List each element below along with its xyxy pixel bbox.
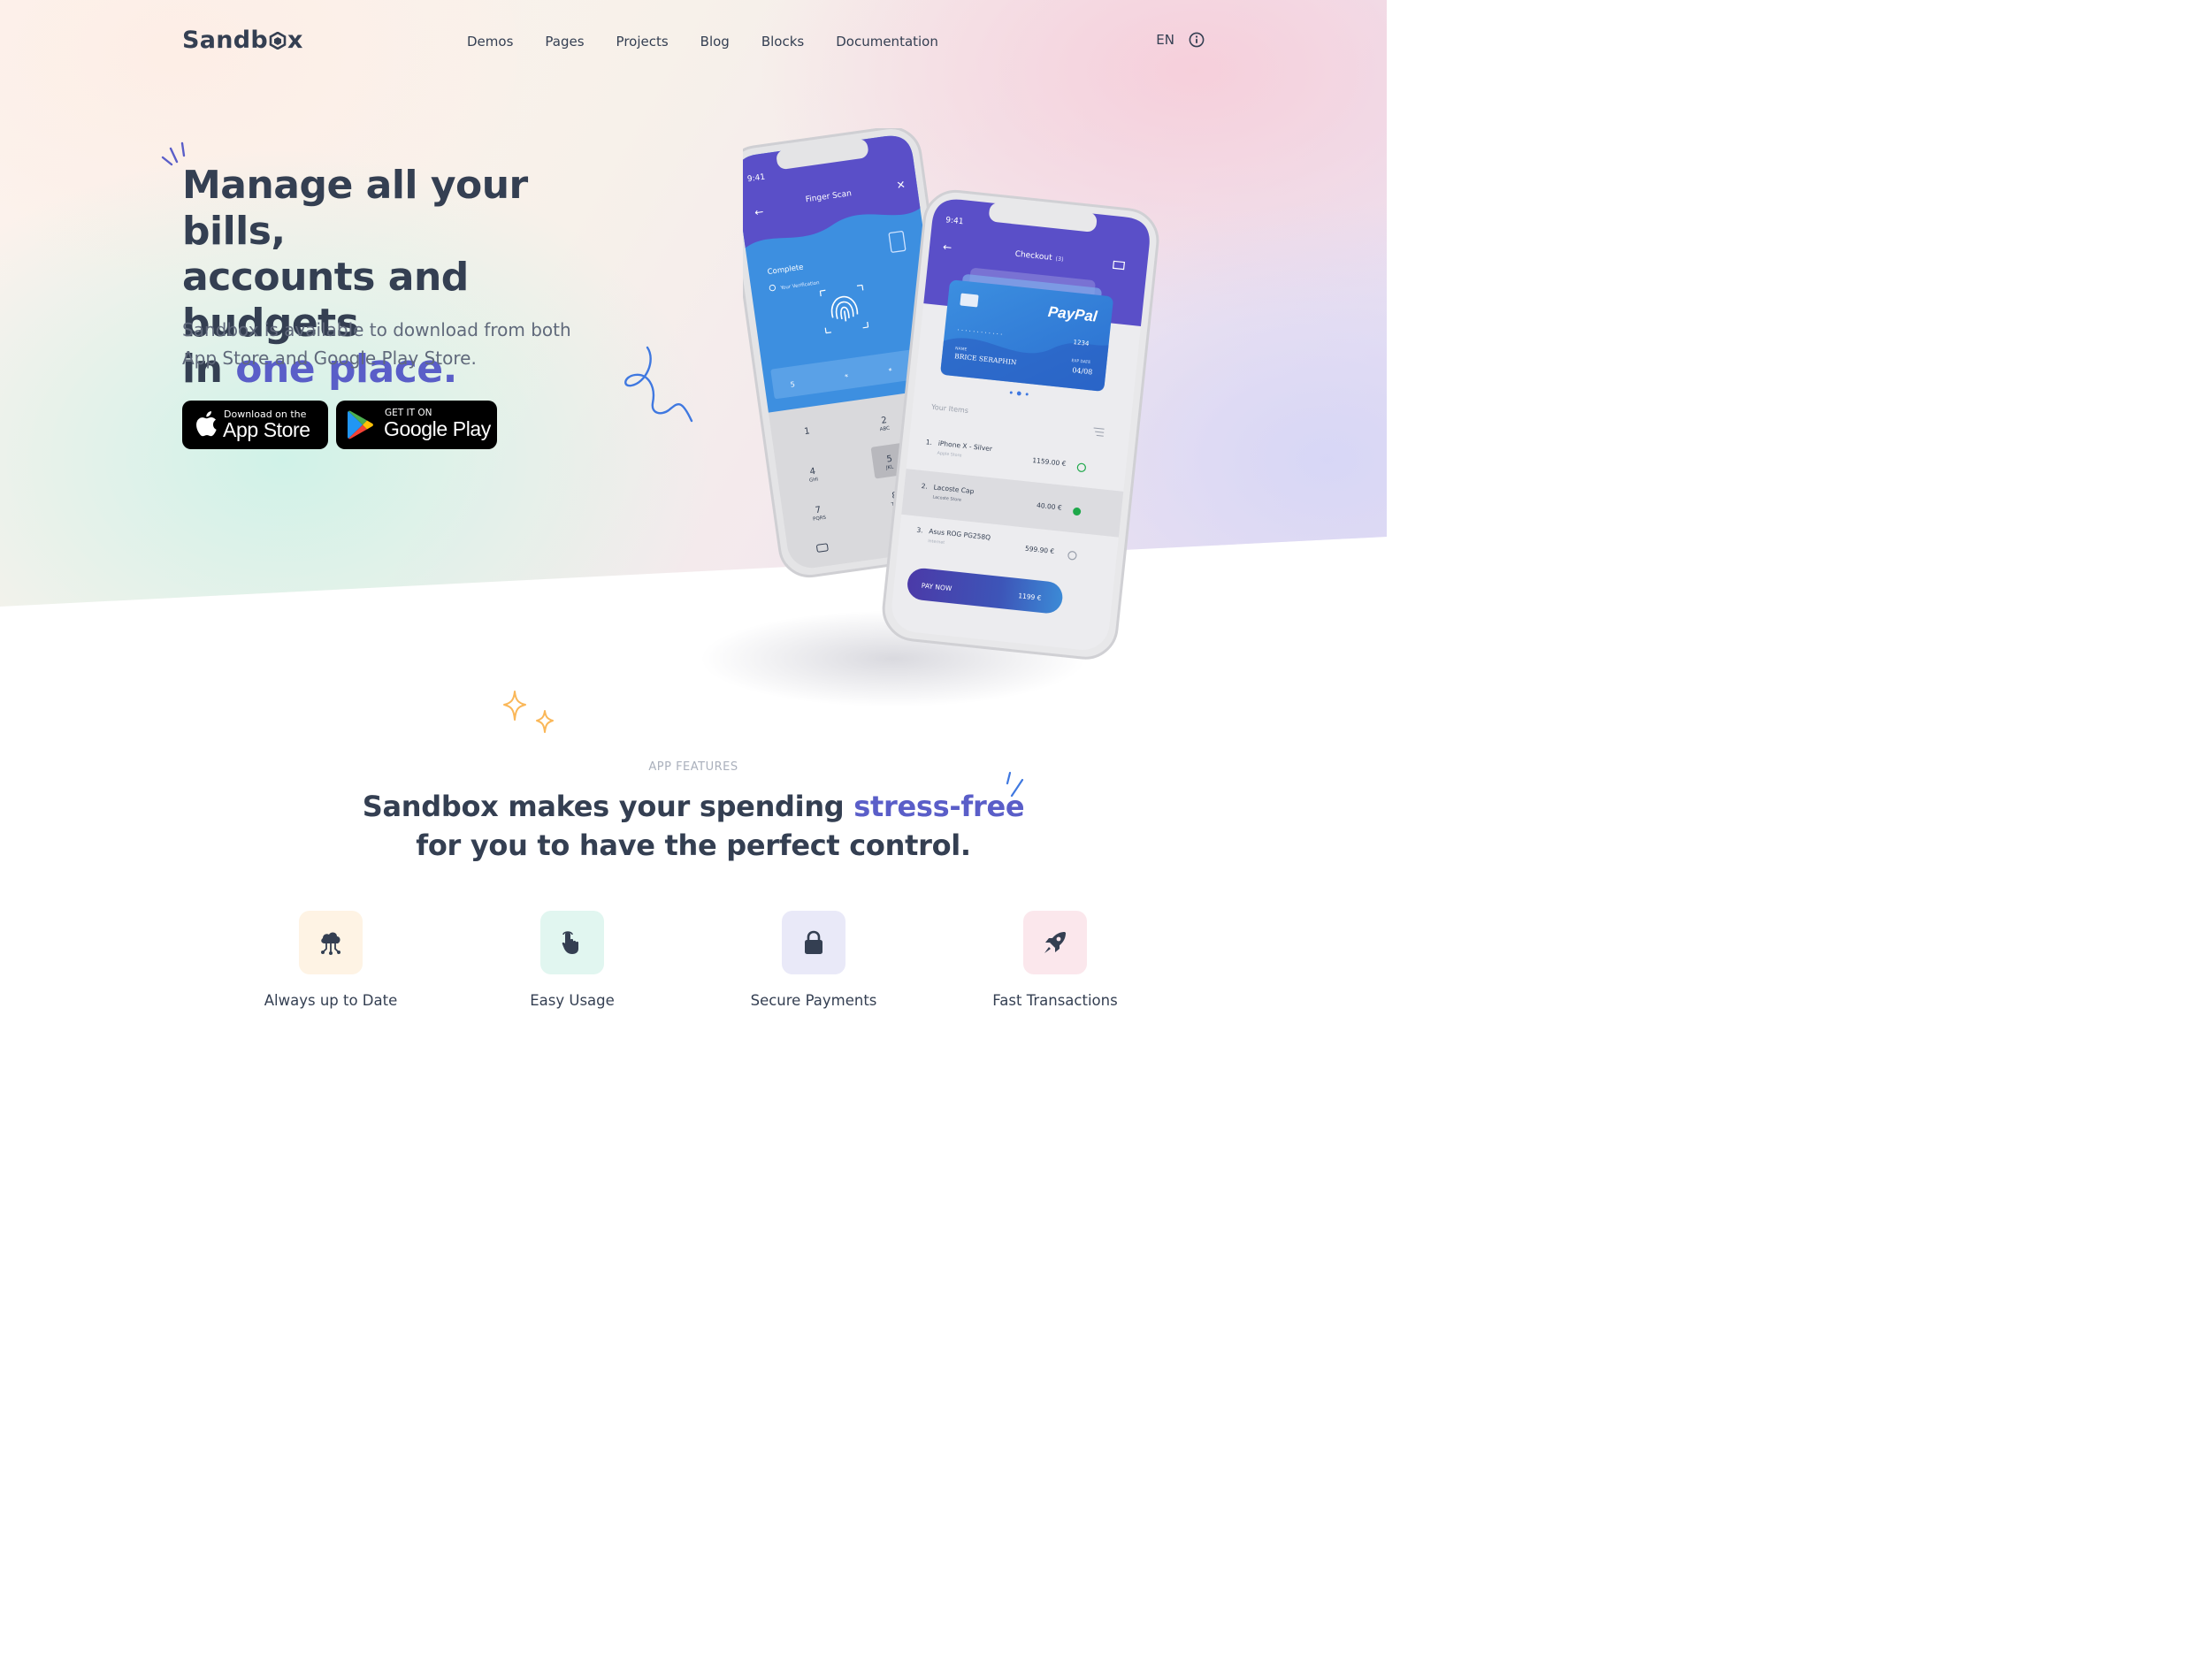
features-kicker: APP FEATURES <box>648 760 738 774</box>
nav-links: Demos Pages Projects Blog Blocks Documen… <box>467 34 970 50</box>
features-title-line-2: for you to have the perfect control. <box>416 829 971 862</box>
feature-label: Secure Payments <box>750 992 877 1009</box>
navbar: Sandb x Demos Pages Projects Blog Blocks … <box>182 25 1205 60</box>
feature-always-up-to-date: Always up to Date <box>233 911 428 1009</box>
svg-text:✕: ✕ <box>896 179 907 192</box>
scribble-accent-icon <box>1006 771 1024 798</box>
feature-icon-box <box>540 911 604 974</box>
rocket-icon <box>1044 932 1066 953</box>
app-store-big-text: App Store <box>223 418 310 441</box>
nav-link-projects[interactable]: Projects <box>616 34 669 50</box>
phone-checkout: 9:41 ← Checkout (3) PayPal · · · · · · ·… <box>882 189 1159 660</box>
lock-icon <box>805 930 822 954</box>
hero-subtitle: Sandbox is available to download from bo… <box>182 319 571 369</box>
nav-link-blog[interactable]: Blog <box>700 34 730 50</box>
feature-easy-usage: Easy Usage <box>475 911 669 1009</box>
google-play-button[interactable]: GET IT ON Google Play <box>336 401 497 449</box>
tap-hand-icon <box>562 931 578 954</box>
phone2-time: 9:41 <box>945 216 964 226</box>
app-store-button[interactable]: Download on the App Store <box>182 401 328 449</box>
scribble-curl-icon <box>624 346 693 423</box>
nav-link-demos[interactable]: Demos <box>467 34 513 50</box>
nav-link-documentation[interactable]: Documentation <box>836 34 938 50</box>
item-3-number: 3. <box>916 526 923 535</box>
features-title-line-1: Sandbox makes your spending stress-free <box>0 787 1387 826</box>
item-2-number: 2. <box>921 482 928 491</box>
logo-hex-icon <box>269 32 287 50</box>
feature-icon-box <box>1023 911 1087 974</box>
hero-title-line-1: Manage all your bills, <box>182 163 528 254</box>
cloud-network-icon <box>321 932 340 955</box>
language-selector[interactable]: EN <box>1156 32 1174 48</box>
svg-text:←: ← <box>754 205 764 218</box>
google-play-big-text: Google Play <box>384 417 491 440</box>
feature-icon-box <box>782 911 845 974</box>
feature-label: Fast Transactions <box>992 992 1118 1009</box>
feature-label: Easy Usage <box>530 992 615 1009</box>
item-1-number: 1. <box>925 438 932 447</box>
phone2-title-count: (3) <box>1055 255 1064 263</box>
google-play-icon <box>348 410 373 439</box>
phones-mockup: 9:41 Finger Scan ← ✕ Complete Your Verif… <box>743 128 1159 660</box>
nav-link-pages[interactable]: Pages <box>545 34 584 50</box>
feature-label: Always up to Date <box>264 992 398 1009</box>
apple-icon <box>196 411 217 437</box>
feature-secure-payments: Secure Payments <box>716 911 911 1009</box>
logo[interactable]: Sandb x <box>182 27 303 54</box>
info-icon[interactable] <box>1189 32 1205 48</box>
feature-fast-transactions: Fast Transactions <box>958 911 1152 1009</box>
feature-icon-box <box>299 911 363 974</box>
nav-link-blocks[interactable]: Blocks <box>761 34 804 50</box>
features-title: Sandbox makes your spending stress-free … <box>0 787 1387 865</box>
svg-text:←: ← <box>942 241 952 254</box>
nav-right: EN <box>1156 32 1205 48</box>
sparkles-icon <box>503 691 554 733</box>
features-title-prefix: Sandbox makes your spending <box>362 790 854 823</box>
features-title-accent: stress-free <box>853 790 1025 823</box>
